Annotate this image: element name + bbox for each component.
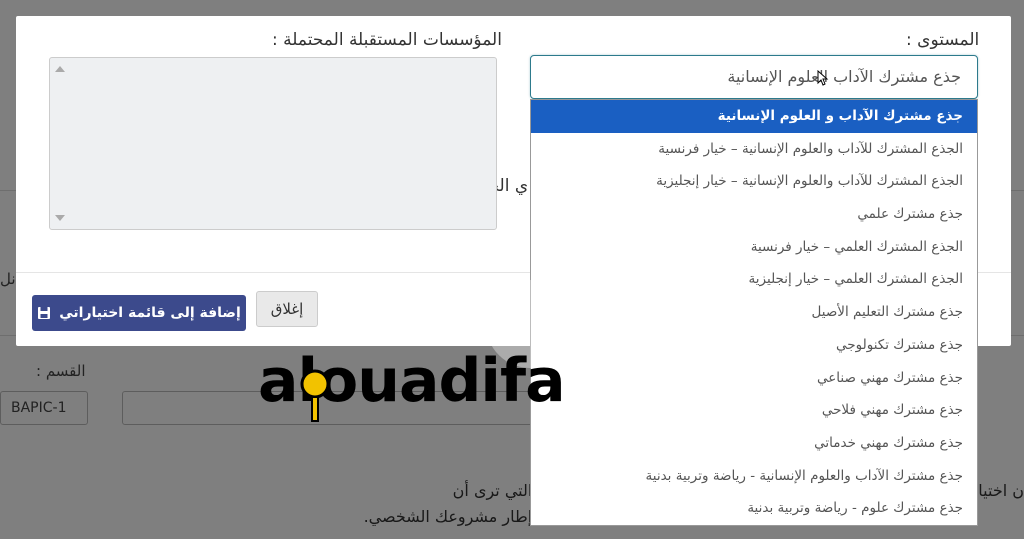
dropdown-option[interactable]: الجذع المشترك للآداب والعلوم الإنسانية –… [531,165,977,198]
dropdown-option[interactable]: الجذع المشترك العلمي – خيار إنجليزية [531,263,977,296]
dropdown-option[interactable]: جذع مشترك علوم - رياضة وتربية بدنية [531,492,977,525]
dropdown-option[interactable]: جذع مشترك الآداب و العلوم الإنسانية [531,100,977,133]
triangle-down-icon[interactable] [55,215,65,221]
dropdown-option[interactable]: جذع مشترك مهني خدماتي [531,427,977,460]
institutions-label: المؤسسات المستقبلة المحتملة : [272,30,502,50]
institutions-listbox[interactable] [49,57,497,230]
dropdown-option[interactable]: جذع مشترك الآداب والعلوم الإنسانية - ريا… [531,460,977,493]
listbox-scrollbar[interactable] [52,60,68,227]
level-label: المستوى : [906,30,980,50]
floppy-disk-icon [38,307,51,319]
dropdown-option[interactable]: جذع مشترك تكنولوجي [531,329,977,362]
dropdown-option[interactable]: جذع مشترك التعليم الأصيل [531,296,977,329]
magnifier-key-icon [300,369,330,422]
level-select-value: جذع مشترك الآداب العلوم الإنسانية [727,67,961,86]
mouse-pointer-icon [817,70,829,86]
dropdown-option[interactable]: جذع مشترك علمي [531,198,977,231]
dropdown-option[interactable]: الجذع المشترك العلمي – خيار فرنسية [531,231,977,264]
add-to-choices-button[interactable]: إضافة إلى قائمة اختياراتي [32,295,246,331]
level-select[interactable]: جذع مشترك الآداب العلوم الإنسانية [530,55,978,99]
dropdown-option[interactable]: الجذع المشترك للآداب والعلوم الإنسانية –… [531,133,977,166]
add-button-label: إضافة إلى قائمة اختياراتي [59,305,241,321]
dropdown-option[interactable]: جذع مشترك مهني فلاحي [531,394,977,427]
level-dropdown-list: جذع مشترك الآداب و العلوم الإنسانية الجذع… [530,99,978,526]
close-button[interactable]: إغلاق [256,291,318,327]
dropdown-option[interactable]: جذع مشترك مهني صناعي [531,362,977,395]
triangle-up-icon[interactable] [55,66,65,72]
